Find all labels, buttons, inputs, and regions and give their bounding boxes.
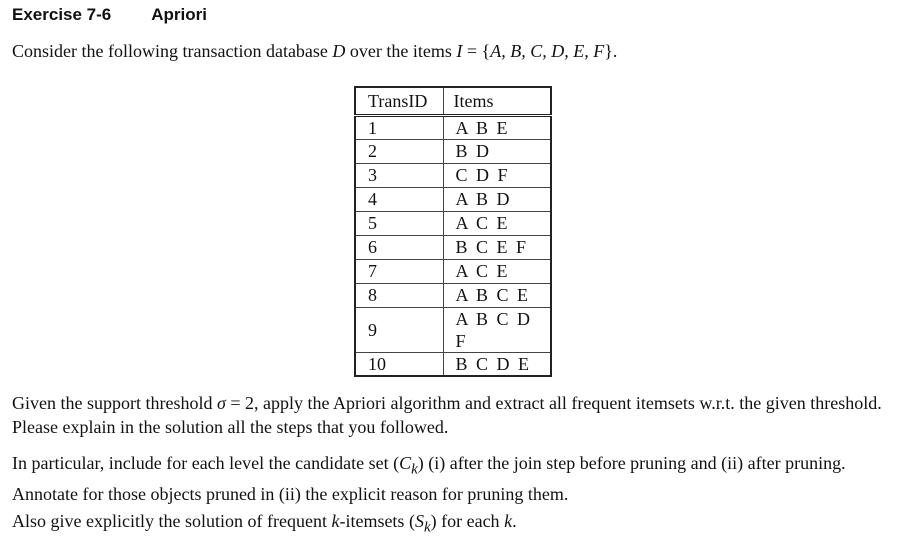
- table-row: 8 A B C E: [355, 282, 551, 307]
- p3-text-end: .: [512, 511, 517, 531]
- candidate-subscript: k: [411, 461, 418, 478]
- cell-items: B C D E: [443, 351, 551, 376]
- exercise-label: Exercise 7-6: [12, 5, 112, 24]
- solution-symbol: S: [414, 511, 424, 531]
- cell-items: B D: [443, 138, 551, 163]
- cell-transid: 2: [355, 138, 444, 163]
- cell-transid: 8: [355, 282, 444, 307]
- cell-transid: 10: [355, 351, 444, 376]
- sigma-symbol: σ: [216, 393, 226, 413]
- table-row: 10 B C D E: [355, 351, 551, 376]
- table-row: 2 B D: [355, 138, 551, 163]
- table-row: 3 C D F: [355, 162, 551, 187]
- instructions-paragraph-1: Given the support threshold σ = 2, apply…: [12, 391, 896, 439]
- exercise-heading: Exercise 7-6 Apriori: [12, 5, 207, 25]
- table-row: 4 A B D: [355, 186, 551, 211]
- p3-text-before: Also give explicitly the solution of fre…: [12, 511, 332, 531]
- intro-equals: = {: [462, 41, 491, 61]
- p1-text-before: Given the support threshold: [12, 393, 217, 413]
- table-row: 6 B C E F: [355, 234, 551, 259]
- db-symbol: D: [332, 41, 346, 61]
- candidate-symbol: C: [399, 453, 412, 473]
- header-transid: TransID: [355, 87, 444, 117]
- intro-text-before: Consider the following transaction datab…: [12, 41, 333, 61]
- cell-items: A B C D F: [443, 306, 551, 352]
- transaction-table-wrapper: TransID Items 1 A B E 2 B D 3 C D F 4 A …: [354, 86, 552, 377]
- cell-transid: 5: [355, 210, 444, 235]
- cell-items: A C E: [443, 258, 551, 283]
- instructions-paragraph-2: In particular, include for each level th…: [12, 451, 896, 506]
- transaction-table: TransID Items 1 A B E 2 B D 3 C D F 4 A …: [354, 86, 552, 377]
- p3-text-mid2: ) for each: [430, 511, 505, 531]
- cell-items: A B E: [455, 117, 510, 138]
- cell-transid: 4: [355, 186, 444, 211]
- item-set: A, B, C, D, E, F: [490, 41, 605, 61]
- k-symbol-end: k: [504, 511, 513, 531]
- table-row: 9 A B C D F: [355, 306, 551, 352]
- cell-transid: 1: [355, 115, 444, 139]
- cell-transid: 9: [355, 306, 444, 352]
- intro-text-middle: over the items: [345, 41, 457, 61]
- cell-items: B C E F: [443, 234, 551, 259]
- cell-items: C D F: [443, 162, 551, 187]
- cell-transid: 6: [355, 234, 444, 259]
- cell-items: A C E: [443, 210, 551, 235]
- table-row: 5 A C E: [355, 210, 551, 235]
- cell-transid: 3: [355, 162, 444, 187]
- intro-paragraph: Consider the following transaction datab…: [12, 39, 896, 63]
- intro-text-after: }.: [604, 41, 618, 61]
- exercise-title: Apriori: [151, 5, 207, 24]
- p2-text-before: In particular, include for each level th…: [12, 453, 400, 473]
- cell-items: A B C E: [443, 282, 551, 307]
- solution-subscript: k: [423, 519, 431, 536]
- cell-transid: 7: [355, 258, 444, 283]
- instructions-paragraph-3: Also give explicitly the solution of fre…: [12, 509, 896, 540]
- cell-items: A B D: [443, 186, 551, 211]
- p3-text-mid: -itemsets (: [339, 511, 415, 531]
- table-row: 7 A C E: [355, 258, 551, 283]
- table-row: 1 A B E: [355, 115, 551, 139]
- header-items: Items: [443, 87, 551, 117]
- table-header-row: TransID Items: [355, 87, 551, 117]
